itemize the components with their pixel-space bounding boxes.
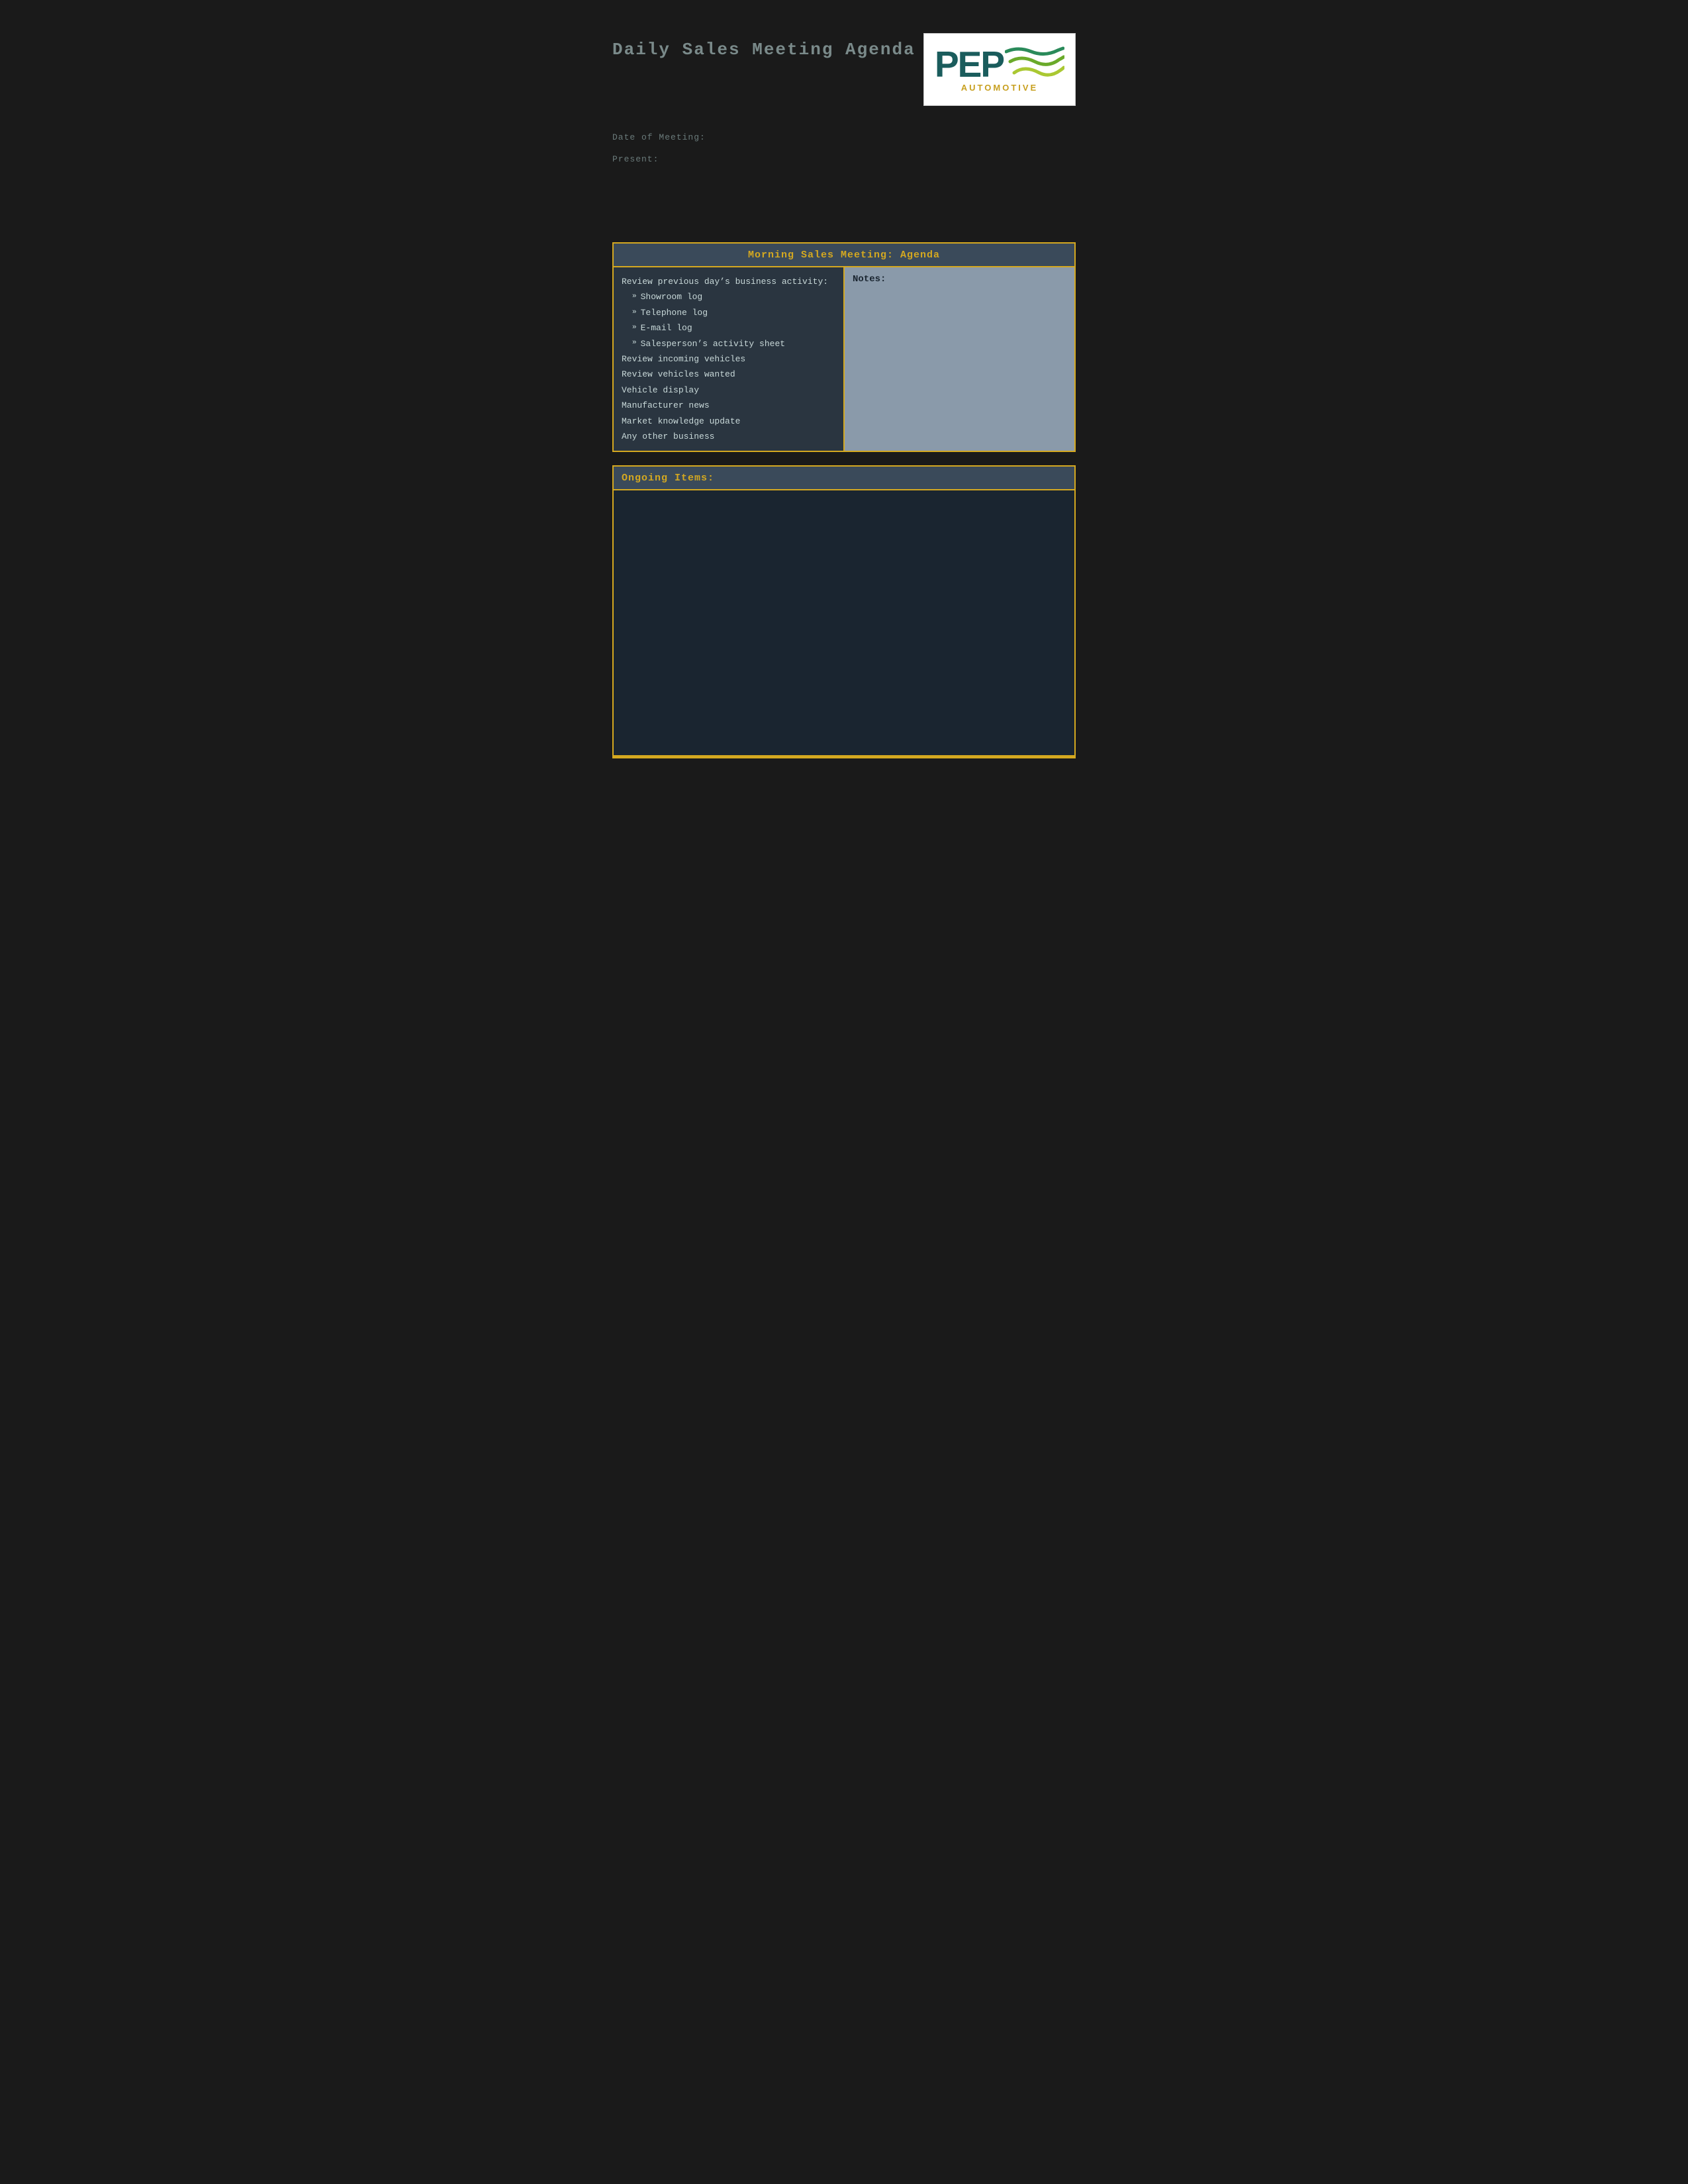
bullet-icon: » (632, 322, 637, 335)
bullet-icon: » (632, 306, 637, 320)
agenda-item-review-previous: Review previous day’s business activity: (622, 274, 835, 289)
page-title: Daily Sales Meeting Agenda (612, 40, 915, 60)
header: Daily Sales Meeting Agenda PEP AUTOMOTIV… (612, 33, 1076, 106)
agenda-item-salesperson-sheet: » Salesperson’s activity sheet (622, 336, 835, 351)
logo-container: PEP AUTOMOTIVE (923, 33, 1076, 106)
agenda-item-other-business: Any other business (622, 429, 835, 444)
agenda-item-manufacturer-news: Manufacturer news (622, 398, 835, 413)
agenda-item-showroom-log: » Showroom log (622, 289, 835, 304)
notes-label: Notes: (853, 274, 1066, 285)
agenda-column: Review previous day’s business activity:… (613, 267, 844, 451)
ongoing-body (614, 490, 1074, 755)
agenda-item-review-incoming: Review incoming vehicles (622, 351, 835, 367)
agenda-item-email-log: » E-mail log (622, 320, 835, 336)
ongoing-section: Ongoing Items: (612, 465, 1076, 756)
page-title-container: Daily Sales Meeting Agenda (612, 33, 915, 60)
agenda-item-telephone-log: » Telephone log (622, 305, 835, 320)
logo-pep-text: PEP (935, 46, 1004, 83)
bullet-icon: » (632, 291, 637, 304)
page: Daily Sales Meeting Agenda PEP AUTOMOTIV… (586, 13, 1102, 785)
ongoing-header: Ongoing Items: (614, 467, 1074, 490)
agenda-item-review-vehicles-wanted: Review vehicles wanted (622, 367, 835, 382)
logo-right (1005, 48, 1064, 81)
meta-section: Date of Meeting: Present: (612, 132, 1076, 164)
logo-waves-svg (1005, 45, 1064, 81)
notes-column: Notes: (844, 267, 1075, 451)
morning-section-header: Morning Sales Meeting: Agenda (613, 243, 1075, 267)
logo-graphic: PEP (935, 46, 1064, 83)
ongoing-header-text: Ongoing Items: (622, 473, 714, 484)
bullet-icon: » (632, 337, 637, 350)
bottom-border-line (612, 756, 1076, 758)
agenda-item-market-knowledge: Market knowledge update (622, 414, 835, 429)
morning-section-header-text: Morning Sales Meeting: Agenda (748, 250, 940, 261)
spacer (612, 176, 1076, 242)
date-of-meeting-label: Date of Meeting: (612, 132, 1076, 142)
morning-meeting-table: Morning Sales Meeting: Agenda Review pre… (612, 242, 1076, 452)
agenda-item-vehicle-display: Vehicle display (622, 383, 835, 398)
logo-tagline: AUTOMOTIVE (961, 83, 1038, 93)
present-label: Present: (612, 154, 1076, 164)
